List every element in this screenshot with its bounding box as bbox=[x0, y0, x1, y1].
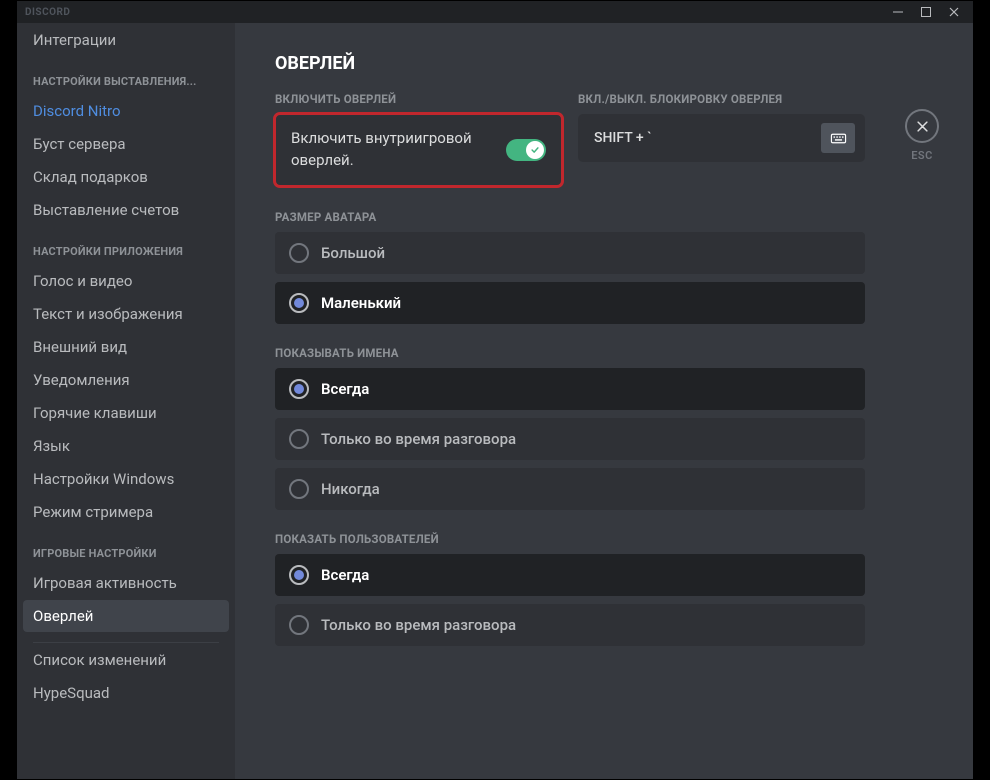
sidebar-item[interactable]: Склад подарков bbox=[23, 161, 229, 193]
minimize-button[interactable] bbox=[891, 5, 905, 19]
sidebar-item[interactable]: HypeSquad bbox=[23, 677, 229, 709]
toggle-knob bbox=[526, 141, 544, 159]
sidebar-item[interactable]: Discord Nitro bbox=[23, 95, 229, 127]
esc-label: ESC bbox=[911, 149, 933, 162]
brand-label: DISCORD bbox=[25, 7, 70, 18]
hotkey-record-button[interactable] bbox=[821, 123, 855, 153]
radio-icon bbox=[289, 379, 309, 399]
enable-heading: ВКЛЮЧИТЬ ОВЕРЛЕЙ bbox=[275, 92, 562, 106]
sidebar-item[interactable]: Оверлей bbox=[23, 600, 229, 632]
esc-button[interactable] bbox=[905, 109, 939, 143]
sidebar-item[interactable]: Список изменений bbox=[23, 644, 229, 676]
radio-label: Большой bbox=[321, 244, 385, 262]
radio-label: Всегда bbox=[321, 566, 369, 584]
hotkey-value: SHIFT + ` bbox=[594, 130, 652, 146]
titlebar: DISCORD bbox=[17, 1, 973, 23]
radio-icon bbox=[289, 565, 309, 585]
sidebar-item[interactable]: Горячие клавиши bbox=[23, 397, 229, 429]
top-row: ВКЛЮЧИТЬ ОВЕРЛЕЙ Включить внутриигровой … bbox=[275, 92, 865, 186]
close-button[interactable] bbox=[947, 5, 961, 19]
users-option[interactable]: Всегда bbox=[275, 554, 865, 596]
radio-label: Всегда bbox=[321, 380, 369, 398]
app-body: ИнтеграцииНАСТРОЙКИ ВЫСТАВЛЕНИЯ...Discor… bbox=[17, 23, 973, 779]
avatar-size-group: РАЗМЕР АВАТАРА Большой Маленький bbox=[275, 210, 865, 324]
lock-heading: ВКЛ./ВЫКЛ. БЛОКИРОВКУ ОВЕРЛЕЯ bbox=[578, 92, 865, 106]
enable-overlay-text: Включить внутриигровой оверлей. bbox=[291, 128, 481, 172]
radio-icon bbox=[289, 429, 309, 449]
maximize-button[interactable] bbox=[919, 5, 933, 19]
names-heading: ПОКАЗЫВАТЬ ИМЕНА bbox=[275, 346, 865, 360]
sidebar-item[interactable]: Уведомления bbox=[23, 364, 229, 396]
enable-overlay-card[interactable]: Включить внутриигровой оверлей. bbox=[275, 114, 562, 186]
radio-label: Только во время разговора bbox=[321, 616, 516, 634]
content: ОВЕРЛЕЙ ВКЛЮЧИТЬ ОВЕРЛЕЙ Включить внутри… bbox=[275, 53, 865, 646]
sidebar-item[interactable]: Настройки Windows bbox=[23, 463, 229, 495]
sidebar-heading: ИГРОВЫЕ НАСТРОЙКИ bbox=[23, 529, 229, 566]
avatar-heading: РАЗМЕР АВАТАРА bbox=[275, 210, 865, 224]
users-heading: ПОКАЗАТЬ ПОЛЬЗОВАТЕЛЕЙ bbox=[275, 532, 865, 546]
page-title: ОВЕРЛЕЙ bbox=[275, 53, 865, 74]
radio-label: Никогда bbox=[321, 480, 380, 498]
sidebar-item[interactable]: Текст и изображения bbox=[23, 298, 229, 330]
radio-icon bbox=[289, 293, 309, 313]
sidebar-item[interactable]: Выставление счетов bbox=[23, 194, 229, 226]
sidebar-item[interactable]: Язык bbox=[23, 430, 229, 462]
keyboard-icon bbox=[830, 130, 847, 147]
names-option[interactable]: Никогда bbox=[275, 468, 865, 510]
radio-icon bbox=[289, 243, 309, 263]
radio-label: Маленький bbox=[321, 294, 401, 312]
lock-col: ВКЛ./ВЫКЛ. БЛОКИРОВКУ ОВЕРЛЕЯ SHIFT + ` bbox=[578, 92, 865, 186]
avatar-option[interactable]: Маленький bbox=[275, 282, 865, 324]
enable-col: ВКЛЮЧИТЬ ОВЕРЛЕЙ Включить внутриигровой … bbox=[275, 92, 562, 186]
sidebar-heading: НАСТРОЙКИ ПРИЛОЖЕНИЯ bbox=[23, 227, 229, 264]
radio-icon bbox=[289, 615, 309, 635]
sidebar-item[interactable]: Режим стримера bbox=[23, 496, 229, 528]
sidebar-heading: НАСТРОЙКИ ВЫСТАВЛЕНИЯ... bbox=[23, 57, 229, 94]
sidebar-separator bbox=[33, 642, 219, 643]
hotkey-card[interactable]: SHIFT + ` bbox=[578, 114, 865, 162]
window-controls bbox=[891, 5, 965, 19]
names-option[interactable]: Всегда bbox=[275, 368, 865, 410]
radio-label: Только во время разговора bbox=[321, 430, 516, 448]
esc-control: ESC bbox=[905, 109, 939, 162]
settings-main: ESC ОВЕРЛЕЙ ВКЛЮЧИТЬ ОВЕРЛЕЙ Включить вн… bbox=[235, 23, 973, 779]
show-names-group: ПОКАЗЫВАТЬ ИМЕНА Всегда Только во время р… bbox=[275, 346, 865, 510]
show-users-group: ПОКАЗАТЬ ПОЛЬЗОВАТЕЛЕЙ Всегда Только во в… bbox=[275, 532, 865, 646]
app-window: DISCORD ИнтеграцииНАСТРОЙКИ ВЫСТАВЛЕНИЯ.… bbox=[16, 0, 974, 780]
sidebar-item[interactable]: Внешний вид bbox=[23, 331, 229, 363]
users-option[interactable]: Только во время разговора bbox=[275, 604, 865, 646]
avatar-option[interactable]: Большой bbox=[275, 232, 865, 274]
sidebar-item[interactable]: Голос и видео bbox=[23, 265, 229, 297]
sidebar-item[interactable]: Интеграции bbox=[23, 24, 229, 56]
names-option[interactable]: Только во время разговора bbox=[275, 418, 865, 460]
enable-overlay-toggle[interactable] bbox=[506, 139, 546, 161]
settings-sidebar[interactable]: ИнтеграцииНАСТРОЙКИ ВЫСТАВЛЕНИЯ...Discor… bbox=[17, 23, 235, 779]
sidebar-item[interactable]: Игровая активность bbox=[23, 567, 229, 599]
radio-icon bbox=[289, 479, 309, 499]
sidebar-item[interactable]: Буст сервера bbox=[23, 128, 229, 160]
